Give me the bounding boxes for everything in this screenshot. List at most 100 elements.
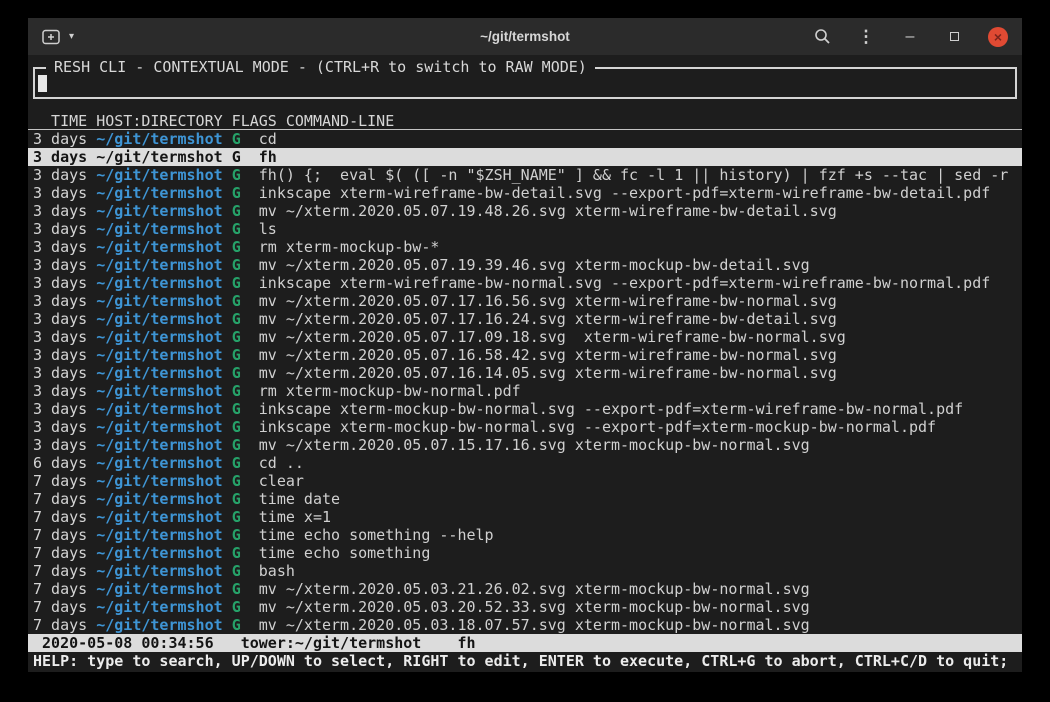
row-command: rm xterm-mockup-bw-*	[259, 238, 440, 256]
row-flags: G	[232, 472, 259, 490]
menu-button[interactable]: ⋮	[856, 27, 876, 47]
row-flags: G	[232, 508, 259, 526]
row-time: 3 days	[33, 328, 96, 346]
history-row[interactable]: 7 days ~/git/termshot G time x=1	[28, 508, 1022, 526]
history-row[interactable]: 7 days ~/git/termshot G time echo someth…	[28, 544, 1022, 562]
row-host: ~/git/termshot	[96, 274, 231, 292]
row-flags: G	[232, 238, 259, 256]
row-host: ~/git/termshot	[96, 346, 231, 364]
row-flags: G	[232, 310, 259, 328]
row-flags: G	[232, 202, 259, 220]
minimize-icon: –	[906, 28, 915, 46]
row-host: ~/git/termshot	[96, 220, 231, 238]
row-command: time date	[259, 490, 340, 508]
row-time: 3 days	[33, 400, 96, 418]
restore-icon	[950, 32, 959, 41]
history-row[interactable]: 3 days ~/git/termshot G mv ~/xterm.2020.…	[28, 202, 1022, 220]
row-time: 3 days	[33, 148, 96, 166]
new-tab-icon	[42, 29, 62, 45]
history-rows: 3 days ~/git/termshot G cd3 days ~/git/t…	[28, 130, 1022, 634]
history-row[interactable]: 3 days ~/git/termshot G mv ~/xterm.2020.…	[28, 292, 1022, 310]
history-row[interactable]: 3 days ~/git/termshot G inkscape xterm-m…	[28, 400, 1022, 418]
history-row[interactable]: 3 days ~/git/termshot G fh() {; eval $( …	[28, 166, 1022, 184]
history-row[interactable]: 3 days ~/git/termshot G mv ~/xterm.2020.…	[28, 310, 1022, 328]
row-flags: G	[232, 598, 259, 616]
row-host: ~/git/termshot	[96, 130, 231, 148]
row-command: mv ~/xterm.2020.05.07.19.48.26.svg xterm…	[259, 202, 837, 220]
row-command: rm xterm-mockup-bw-normal.pdf	[259, 382, 521, 400]
history-row[interactable]: 7 days ~/git/termshot G mv ~/xterm.2020.…	[28, 580, 1022, 598]
restore-button[interactable]	[944, 27, 964, 47]
row-command: cd ..	[259, 454, 304, 472]
row-command: mv ~/xterm.2020.05.07.17.16.24.svg xterm…	[259, 310, 837, 328]
row-time: 7 days	[33, 580, 96, 598]
row-host: ~/git/termshot	[96, 238, 231, 256]
row-flags: G	[232, 490, 259, 508]
row-command: time echo something --help	[259, 526, 494, 544]
row-time: 3 days	[33, 202, 96, 220]
row-command: time echo something	[259, 544, 431, 562]
row-flags: G	[232, 256, 259, 274]
row-time: 3 days	[33, 382, 96, 400]
row-time: 3 days	[33, 238, 96, 256]
history-row[interactable]: 7 days ~/git/termshot G bash	[28, 562, 1022, 580]
history-row[interactable]: 3 days ~/git/termshot G rm xterm-mockup-…	[28, 238, 1022, 256]
row-time: 7 days	[33, 544, 96, 562]
row-host: ~/git/termshot	[96, 526, 231, 544]
row-command: cd	[259, 130, 277, 148]
row-flags: G	[232, 148, 259, 166]
history-row[interactable]: 7 days ~/git/termshot G time echo someth…	[28, 526, 1022, 544]
history-row[interactable]: 3 days ~/git/termshot G fh	[28, 148, 1022, 166]
row-flags: G	[232, 130, 259, 148]
row-command: fh() {; eval $( ([ -n "$ZSH_NAME" ] && f…	[259, 166, 1009, 184]
row-flags: G	[232, 454, 259, 472]
history-row[interactable]: 3 days ~/git/termshot G rm xterm-mockup-…	[28, 382, 1022, 400]
row-flags: G	[232, 328, 259, 346]
row-time: 3 days	[33, 130, 96, 148]
history-row[interactable]: 3 days ~/git/termshot G mv ~/xterm.2020.…	[28, 256, 1022, 274]
row-flags: G	[232, 292, 259, 310]
row-flags: G	[232, 580, 259, 598]
row-time: 3 days	[33, 346, 96, 364]
history-row[interactable]: 3 days ~/git/termshot G inkscape xterm-w…	[28, 184, 1022, 202]
row-host: ~/git/termshot	[96, 400, 231, 418]
new-tab-button[interactable]: ▾	[42, 29, 74, 45]
row-time: 3 days	[33, 418, 96, 436]
history-row[interactable]: 6 days ~/git/termshot G cd ..	[28, 454, 1022, 472]
row-host: ~/git/termshot	[96, 184, 231, 202]
history-row[interactable]: 3 days ~/git/termshot G inkscape xterm-w…	[28, 274, 1022, 292]
history-row[interactable]: 3 days ~/git/termshot G mv ~/xterm.2020.…	[28, 364, 1022, 382]
history-row[interactable]: 7 days ~/git/termshot G time date	[28, 490, 1022, 508]
terminal-content[interactable]: RESH CLI - CONTEXTUAL MODE - (CTRL+R to …	[28, 55, 1022, 672]
row-host: ~/git/termshot	[96, 166, 231, 184]
history-row[interactable]: 3 days ~/git/termshot G mv ~/xterm.2020.…	[28, 328, 1022, 346]
row-command: mv ~/xterm.2020.05.07.17.09.18.svg xterm…	[259, 328, 846, 346]
row-host: ~/git/termshot	[96, 382, 231, 400]
history-row[interactable]: 3 days ~/git/termshot G mv ~/xterm.2020.…	[28, 436, 1022, 454]
kebab-menu-icon: ⋮	[858, 27, 875, 47]
row-time: 7 days	[33, 490, 96, 508]
row-flags: G	[232, 364, 259, 382]
search-button[interactable]	[812, 27, 832, 47]
row-time: 3 days	[33, 256, 96, 274]
row-flags: G	[232, 184, 259, 202]
close-button[interactable]: ×	[988, 27, 1008, 47]
history-row[interactable]: 3 days ~/git/termshot G ls	[28, 220, 1022, 238]
history-row[interactable]: 7 days ~/git/termshot G mv ~/xterm.2020.…	[28, 616, 1022, 634]
row-flags: G	[232, 274, 259, 292]
history-row[interactable]: 7 days ~/git/termshot G clear	[28, 472, 1022, 490]
history-row[interactable]: 3 days ~/git/termshot G inkscape xterm-m…	[28, 418, 1022, 436]
history-row[interactable]: 3 days ~/git/termshot G cd	[28, 130, 1022, 148]
row-host: ~/git/termshot	[96, 364, 231, 382]
terminal-window: ▾ ~/git/termshot ⋮ – × RESH CLI - CONTEX…	[28, 18, 1022, 672]
resh-search-box[interactable]: RESH CLI - CONTEXTUAL MODE - (CTRL+R to …	[33, 67, 1017, 99]
search-icon	[814, 28, 831, 45]
resh-mode-title: RESH CLI - CONTEXTUAL MODE - (CTRL+R to …	[46, 58, 595, 76]
row-host: ~/git/termshot	[96, 490, 231, 508]
history-row[interactable]: 7 days ~/git/termshot G mv ~/xterm.2020.…	[28, 598, 1022, 616]
row-command: clear	[259, 472, 304, 490]
text-cursor	[38, 75, 47, 92]
titlebar[interactable]: ▾ ~/git/termshot ⋮ – ×	[28, 18, 1022, 55]
history-row[interactable]: 3 days ~/git/termshot G mv ~/xterm.2020.…	[28, 346, 1022, 364]
minimize-button[interactable]: –	[900, 27, 920, 47]
